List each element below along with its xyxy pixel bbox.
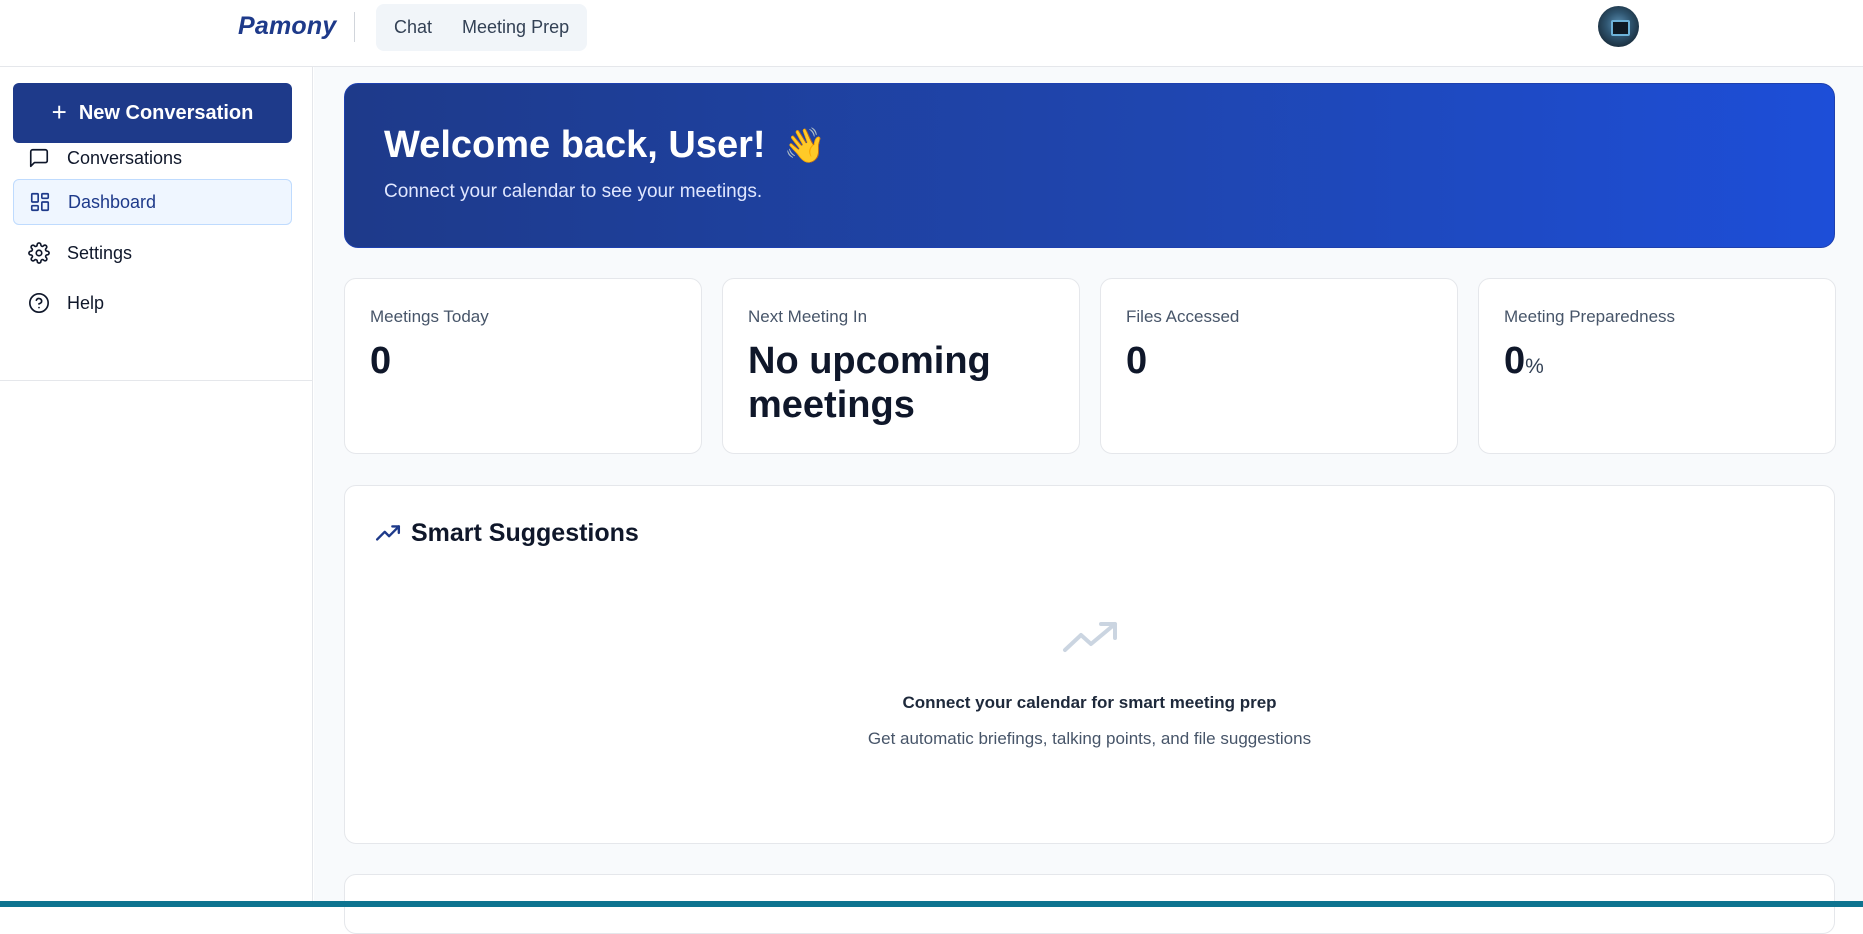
smart-suggestions-header: Smart Suggestions	[375, 519, 639, 548]
stat-card-next-meeting: Next Meeting In No upcoming meetings	[722, 278, 1080, 454]
trending-up-placeholder-icon	[1063, 622, 1117, 652]
trending-up-icon	[375, 524, 401, 541]
logo-divider	[354, 12, 355, 42]
dashboard-main: Welcome back, User! 👋 Connect your calen…	[314, 67, 1863, 934]
stat-label: Files Accessed	[1126, 307, 1240, 326]
sidebar-item-label: Help	[67, 292, 105, 313]
dashboard-grid-icon	[30, 192, 50, 212]
smart-suggestions-title: Smart Suggestions	[411, 519, 639, 547]
welcome-subtitle: Connect your calendar to see your meetin…	[384, 181, 763, 202]
empty-state-title: Connect your calendar for smart meeting …	[902, 693, 1277, 712]
welcome-title-text: Welcome back, User!	[384, 124, 766, 166]
message-square-icon	[29, 148, 49, 168]
sidebar-item-label: Conversations	[67, 147, 183, 168]
welcome-banner: Welcome back, User! 👋 Connect your calen…	[344, 83, 1835, 248]
sidebar-item-conversations[interactable]: Conversations	[13, 135, 292, 181]
user-avatar[interactable]	[1598, 6, 1639, 47]
sidebar-item-label: Dashboard	[68, 191, 157, 212]
plus-icon: +	[51, 96, 67, 127]
sidebar-item-settings[interactable]: Settings	[13, 230, 292, 276]
bottom-accent-bar	[0, 901, 1863, 907]
sidebar: + New Conversation Conversations Dashboa…	[0, 67, 313, 907]
tab-meeting-prep[interactable]: Meeting Prep	[462, 17, 569, 38]
stat-value: 0%	[1504, 339, 1810, 389]
stat-card-meeting-preparedness: Meeting Preparedness 0%	[1478, 278, 1836, 454]
stat-unit: %	[1525, 355, 1544, 378]
top-bar: Pamony Chat Meeting Prep	[0, 0, 1863, 67]
sidebar-item-label: Settings	[67, 242, 133, 263]
top-navigation: Chat Meeting Prep	[376, 4, 588, 51]
welcome-title: Welcome back, User! 👋	[384, 124, 1795, 167]
help-circle-icon	[29, 293, 49, 313]
sidebar-divider	[0, 380, 313, 381]
new-conversation-label: New Conversation	[78, 101, 254, 124]
empty-state-subtitle: Get automatic briefings, talking points,…	[867, 729, 1312, 748]
waving-hand-icon: 👋	[783, 126, 826, 165]
stat-label: Meeting Preparedness	[1504, 307, 1676, 326]
stat-label: Next Meeting In	[748, 307, 868, 326]
sidebar-item-help[interactable]: Help	[13, 280, 292, 326]
stat-value: 0	[370, 340, 392, 382]
tab-chat[interactable]: Chat	[394, 17, 432, 38]
app-logo[interactable]: Pamony	[238, 12, 336, 41]
stat-label: Meetings Today	[370, 307, 489, 326]
stat-number: 0	[1504, 340, 1526, 382]
stat-value: 0	[1126, 340, 1148, 382]
stat-card-meetings-today: Meetings Today 0	[344, 278, 702, 454]
gear-icon	[28, 242, 50, 264]
new-conversation-button[interactable]: + New Conversation	[13, 83, 292, 143]
stat-value: No upcoming meetings	[748, 340, 991, 426]
smart-suggestions-card: Smart Suggestions Connect your calendar …	[344, 485, 1835, 844]
sidebar-item-dashboard[interactable]: Dashboard	[13, 179, 292, 225]
stat-card-files-accessed: Files Accessed 0	[1100, 278, 1458, 454]
